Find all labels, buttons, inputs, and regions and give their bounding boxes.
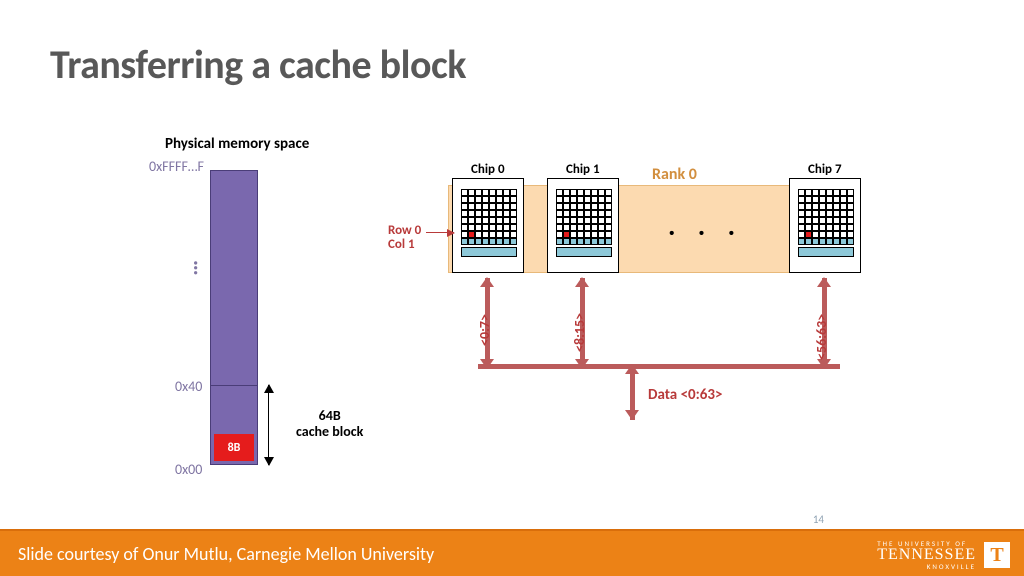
lane-56-63: <56:63> <box>813 314 830 360</box>
row-buffer-icon <box>556 247 612 257</box>
row-col-label: Row 0 Col 1 <box>388 224 421 253</box>
lane-0-7: <0:7> <box>476 314 493 346</box>
cache-block-arrow-icon <box>268 385 269 465</box>
univ-mid: TENNESSEE <box>877 547 976 563</box>
bus-horizontal <box>478 364 840 369</box>
lane-8-15: <8:15> <box>571 313 588 352</box>
chip7-label: Chip 7 <box>808 162 842 177</box>
slide-title: Transferring a cache block <box>50 40 466 89</box>
memory-divider <box>210 385 258 386</box>
dram-array-icon <box>461 189 517 245</box>
pms-heading: Physical memory space <box>165 135 309 153</box>
dram-array-icon <box>798 189 854 245</box>
bus-data-arrow-icon <box>630 364 635 420</box>
dram-array-icon <box>556 189 612 245</box>
chip1 <box>547 178 619 273</box>
addr-00: 0x00 <box>175 461 202 478</box>
credit-text: Slide courtesy of Onur Mutlu, Carnegie M… <box>18 543 434 565</box>
footer-bar: Slide courtesy of Onur Mutlu, Carnegie M… <box>0 531 1024 576</box>
univ-bot: KNOXVILLE <box>877 563 976 570</box>
chip0-label: Chip 0 <box>471 162 505 177</box>
row-buffer-icon <box>798 247 854 257</box>
cache-block-label: 64B cache block <box>296 408 363 440</box>
memory-bar <box>210 170 258 465</box>
rank-label: Rank 0 <box>652 165 697 184</box>
chip0 <box>452 178 524 273</box>
row-buffer-icon <box>461 247 517 257</box>
addr-ffff: 0xFFFF…F <box>149 158 204 175</box>
chip7 <box>789 178 861 273</box>
t-logo-icon: T <box>984 542 1010 568</box>
chip1-label: Chip 1 <box>566 162 600 177</box>
university-logo: THE UNIVERSITY OF TENNESSEE KNOXVILLE T <box>877 540 1010 570</box>
page-number: 14 <box>813 513 824 526</box>
addr-40: 0x40 <box>175 378 202 395</box>
slide: Transferring a cache block Physical memo… <box>0 0 1024 576</box>
data-bus-label: Data <0:63> <box>648 386 722 404</box>
eight-byte-block: 8B <box>214 434 254 461</box>
ellipsis-icon: . . . <box>668 208 743 243</box>
row-col-arrow-icon <box>426 232 454 233</box>
